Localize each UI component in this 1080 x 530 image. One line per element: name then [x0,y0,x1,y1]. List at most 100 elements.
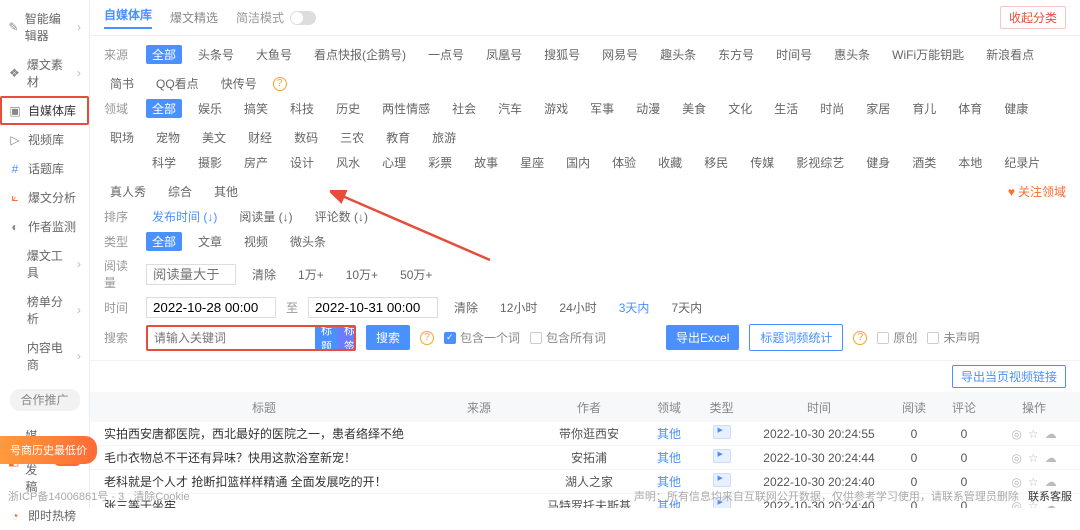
chip[interactable]: 综合 [162,182,198,201]
help-icon[interactable]: ? [273,77,287,91]
export-excel-button[interactable]: 导出Excel [666,325,739,350]
chip[interactable]: 体验 [606,153,642,172]
help-icon[interactable]: ? [853,331,867,345]
focus-link[interactable]: ♥关注领域 [1008,183,1066,200]
chip[interactable]: 动漫 [630,99,666,118]
chip[interactable]: 游戏 [538,99,574,118]
chip[interactable]: 惠头条 [828,45,876,64]
chip[interactable]: 传媒 [744,153,780,172]
clear-cookie[interactable]: 清除Cookie [133,491,189,503]
help-icon[interactable]: ? [420,331,434,345]
chip[interactable]: 移民 [698,153,734,172]
search-input[interactable] [148,327,315,349]
chip[interactable]: 头条号 [192,45,240,64]
chip[interactable]: 网易号 [596,45,644,64]
reads-opt[interactable]: 50万+ [394,265,438,284]
chip[interactable]: 育儿 [906,99,942,118]
chip[interactable]: 凤凰号 [480,45,528,64]
chip[interactable]: 纪录片 [998,153,1046,172]
tab-featured[interactable]: 爆文精选 [170,9,218,26]
sort-opt[interactable]: 阅读量 (↓) [233,207,298,226]
chip[interactable]: 健身 [860,153,896,172]
time-opt[interactable]: 24小时 [553,298,602,317]
sidebar-item[interactable]: ⟀爆文分析 [0,183,89,212]
chip[interactable]: 房产 [238,153,274,172]
check-include-all[interactable]: 包含所有词 [530,329,606,346]
stat-button[interactable]: 标题词频统计 [749,324,843,351]
chip[interactable]: 东方号 [712,45,760,64]
simple-mode-toggle[interactable]: 简洁模式 [236,9,316,26]
chip[interactable]: 宠物 [150,128,186,147]
time-opt[interactable]: 12小时 [494,298,543,317]
chip[interactable]: 故事 [468,153,504,172]
chip[interactable]: 美食 [676,99,712,118]
chip[interactable]: 汽车 [492,99,528,118]
chip[interactable]: 心理 [376,153,412,172]
chip[interactable]: 时尚 [814,99,850,118]
table-row[interactable]: 实拍西安唐都医院，西北最好的医院之一，患者络绎不绝 带你逛西安 其他 2022-… [90,422,1080,446]
chip[interactable]: 旅游 [426,128,462,147]
contact-link[interactable]: 联系客服 [1028,491,1072,503]
reads-input[interactable] [146,264,236,285]
chip[interactable]: 设计 [284,153,320,172]
sidebar-item[interactable]: ◐作者监测 [0,212,89,241]
history-badge[interactable]: 号商历史最低价 [0,436,97,464]
clear-link[interactable]: 清除 [246,265,282,284]
chip[interactable]: 社会 [446,99,482,118]
chip[interactable]: 本地 [952,153,988,172]
cloud-icon[interactable]: ☁ [1045,475,1057,489]
clear-link[interactable]: 清除 [448,298,484,317]
chip[interactable]: 搜狐号 [538,45,586,64]
star-icon[interactable]: ☆ [1028,475,1039,489]
search-tag-title[interactable]: 标题 [315,327,338,349]
reads-opt[interactable]: 1万+ [292,265,330,284]
time-opt[interactable]: 7天内 [665,298,708,317]
sidebar-item[interactable]: ❖爆文素材› [0,50,89,96]
chip[interactable]: 收藏 [652,153,688,172]
chip[interactable]: 历史 [330,99,366,118]
table-row[interactable]: 毛巾衣物总不干还有异味？快用这款浴室新宠！ 安拓浦 其他 2022-10-30 … [90,446,1080,470]
chip[interactable]: 搞笑 [238,99,274,118]
chip[interactable]: 生活 [768,99,804,118]
search-tag-label[interactable]: 标签 [338,327,356,349]
chip[interactable]: 风水 [330,153,366,172]
type-opt[interactable]: 视频 [238,232,274,251]
promo-button[interactable]: 合作推广 [10,389,80,411]
chip[interactable]: 彩票 [422,153,458,172]
export-video-links[interactable]: 导出当页视频链接 [952,365,1066,388]
sidebar-item[interactable]: ▷视频库 [0,125,89,154]
star-icon[interactable]: ☆ [1028,451,1039,465]
chip[interactable]: 娱乐 [192,99,228,118]
sidebar-item[interactable]: 内容电商› [0,333,89,379]
chip[interactable]: 其他 [208,182,244,201]
chip[interactable]: 两性情感 [376,99,436,118]
chip[interactable]: 快传号 [215,74,263,93]
chip[interactable]: 看点快报(企鹅号) [308,45,412,64]
chip[interactable]: 科学 [146,153,182,172]
reads-opt[interactable]: 10万+ [340,265,384,284]
time-from[interactable] [146,297,276,318]
sidebar-item[interactable]: #话题库 [0,154,89,183]
check-original[interactable]: 原创 [877,329,917,346]
type-opt[interactable]: 文章 [192,232,228,251]
chip-all[interactable]: 全部 [146,99,182,118]
chip[interactable]: 美文 [196,128,232,147]
sidebar-item[interactable]: ▣自媒体库 [0,96,89,125]
view-icon[interactable]: ◎ [1011,427,1021,441]
check-include-one[interactable]: 包含一个词 [444,329,520,346]
sidebar-item[interactable]: 爆文工具› [0,241,89,287]
tab-library[interactable]: 自媒体库 [104,6,152,29]
chip[interactable]: 体育 [952,99,988,118]
cloud-icon[interactable]: ☁ [1045,451,1057,465]
chip[interactable]: 时间号 [770,45,818,64]
chip[interactable]: 星座 [514,153,550,172]
sort-opt[interactable]: 发布时间 (↓) [146,207,223,226]
chip[interactable]: QQ看点 [150,74,205,93]
chip[interactable]: 摄影 [192,153,228,172]
chip[interactable]: 趣头条 [654,45,702,64]
chip[interactable]: 一点号 [422,45,470,64]
sort-opt[interactable]: 评论数 (↓) [309,207,374,226]
chip[interactable]: 科技 [284,99,320,118]
sidebar-item[interactable]: 榜单分析› [0,287,89,333]
time-opt[interactable]: 3天内 [613,298,656,317]
